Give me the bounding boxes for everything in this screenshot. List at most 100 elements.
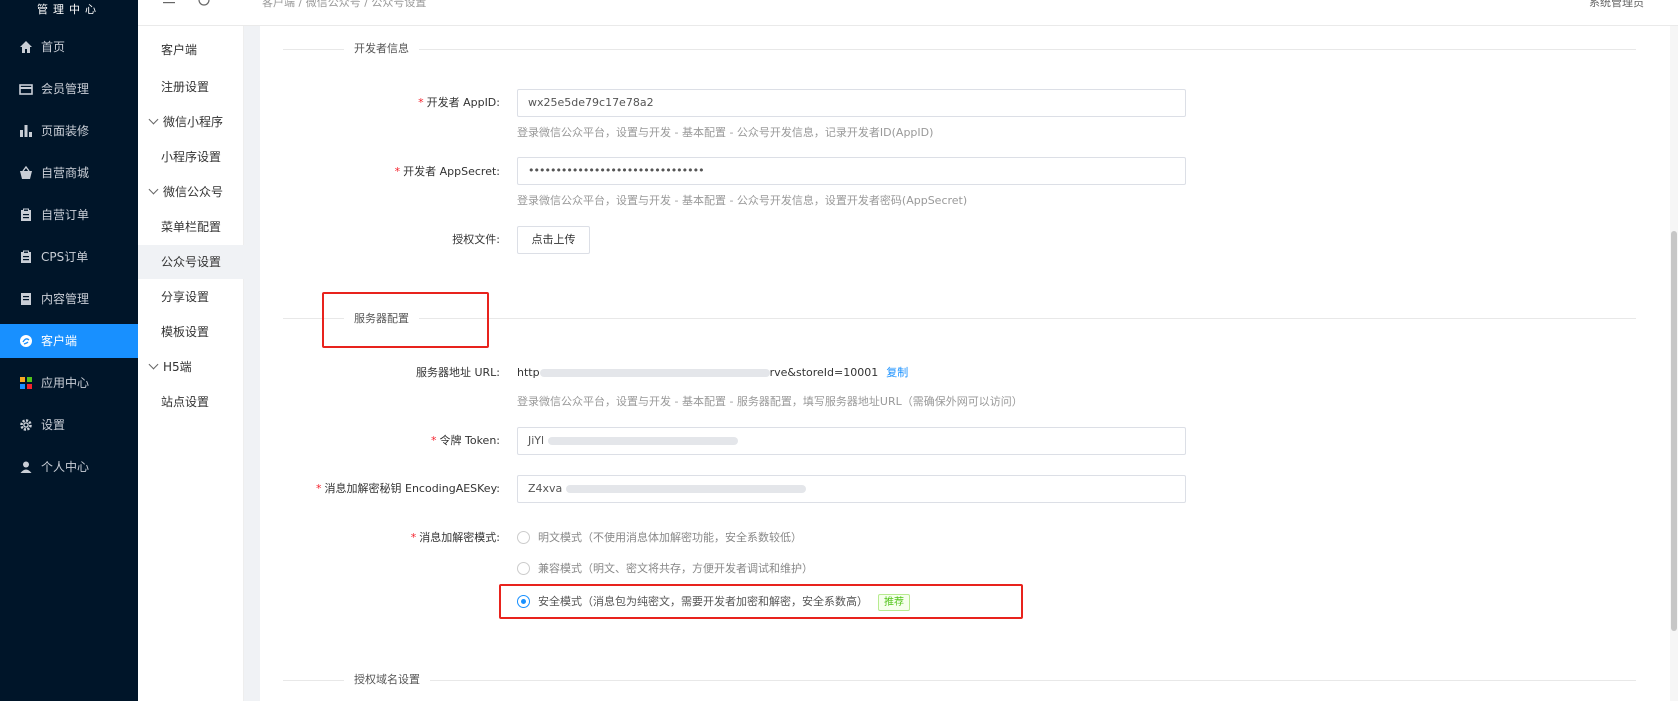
token-label-text: 令牌 Token: [439,434,501,447]
user-menu[interactable]: 系统管理员 [1589,0,1644,10]
appsecret-input[interactable]: •••••••••••••••••••••••••••••••• [517,157,1186,185]
server-url-value: http rve&storeId=10001 复制 [517,366,908,380]
submenu-item-label: 模板设置 [161,325,210,339]
sidebar-item-label: 自营商城 [41,166,90,180]
main-sidebar: 管理中心 首页 会员管理 页面装修 自营商城 自营订单 CPS订单 内容管理 客… [0,0,138,701]
sidebar-item-mall[interactable]: 自营商城 [0,156,138,190]
radio-label: 兼容模式（明文、密文将共存，方便开发者调试和维护） [538,562,813,575]
server-url-prefix: http [517,366,540,379]
required-mark: * [316,482,322,495]
sidebar-item-label: CPS订单 [41,250,89,264]
menu-toggle-icon[interactable] [163,0,175,8]
user-icon [20,461,32,473]
server-url-suffix: rve&storeId=10001 [769,366,879,379]
submenu-group-label: 微信公众号 [163,185,224,199]
top-header: 客户端 / 微信公众号 / 公众号设置 系统管理员 [138,0,1678,26]
token-input[interactable]: JiYl [517,427,1186,455]
redacted-blur [547,437,738,445]
server-url-hint: 登录微信公众平台，设置与开发 - 基本配置 - 服务器配置，填写服务器地址URL… [517,395,1023,408]
apps-icon [20,377,32,389]
aes-key-label-text: 消息加解密秘钥 EncodingAESKey: [324,482,501,495]
radio-compatible-mode[interactable]: 兼容模式（明文、密文将共存，方便开发者调试和维护） [517,562,813,576]
sidebar-item-profile[interactable]: 个人中心 [0,450,138,484]
aes-key-input[interactable]: Z4xva [517,475,1186,503]
appid-label-text: 开发者 AppID: [426,96,500,109]
server-url-label: 服务器地址 URL: [415,366,500,379]
encryption-mode-label-text: 消息加解密模式: [419,531,500,544]
secondary-menu: 客户端 注册设置 微信小程序 小程序设置 微信公众号 菜单栏配置 公众号设置 分… [138,0,244,701]
sidebar-item-label: 客户端 [41,334,78,348]
sidebar-item-label: 页面装修 [41,124,90,138]
submenu-item-register[interactable]: 注册设置 [138,70,244,104]
sidebar-item-label: 内容管理 [41,292,90,306]
sidebar-item-label: 会员管理 [41,82,90,96]
submenu-group-h5[interactable]: H5端 [138,350,244,384]
scrollbar[interactable] [1670,26,1678,701]
token-value: JiYl [528,434,545,447]
appsecret-label: * 开发者 AppSecret: [395,165,500,179]
auth-file-label: 授权文件: [452,233,500,246]
highlight-box-secure-mode [499,584,1023,619]
submenu-group-miniprogram[interactable]: 微信小程序 [138,105,244,139]
sidebar-item-content[interactable]: 内容管理 [0,282,138,316]
radio-dot [517,562,530,575]
sidebar-item-members[interactable]: 会员管理 [0,72,138,106]
submenu-item-label: 小程序设置 [161,150,222,164]
submenu-item-miniprogram-settings[interactable]: 小程序设置 [138,140,244,174]
scrollbar-thumb[interactable] [1671,231,1677,631]
home-icon [20,41,32,53]
submenu-item-label: 分享设置 [161,290,210,304]
appsecret-label-text: 开发者 AppSecret: [403,165,500,178]
aes-key-label: * 消息加解密秘钥 EncodingAESKey: [316,482,500,496]
required-mark: * [394,165,401,178]
token-label: * 令牌 Token: [431,434,500,448]
sidebar-item-apps[interactable]: 应用中心 [0,366,138,400]
submenu-item-label: 注册设置 [161,80,210,94]
sidebar-title: 管理中心 [37,3,101,16]
section-divider [283,49,1636,50]
appid-input[interactable]: wx25e5de79c17e78a2 [517,89,1186,117]
section-title-domain: 授权域名设置 [344,673,430,687]
sidebar-item-settings[interactable]: 设置 [0,408,138,442]
upload-button[interactable]: 点击上传 [517,226,590,254]
document-icon [21,293,31,305]
sidebar-item-decoration[interactable]: 页面装修 [0,114,138,148]
sidebar-item-label: 应用中心 [41,376,90,390]
basket-icon [20,166,32,179]
sidebar-item-label: 自营订单 [41,208,90,222]
submenu-group-label: 微信小程序 [163,115,224,129]
encryption-mode-label: * 消息加解密模式: [411,531,500,545]
sidebar-item-client[interactable]: 客户端 [0,324,138,358]
sidebar-item-orders[interactable]: 自营订单 [0,198,138,232]
redacted-blur [565,485,806,493]
clipboard-icon [21,250,31,263]
submenu-item-client[interactable]: 客户端 [138,33,244,67]
appid-label: * 开发者 AppID: [418,96,500,110]
radio-label: 明文模式（不使用消息体加解密功能，安全系数较低） [538,531,802,544]
radio-dot [517,531,530,544]
appid-hint: 登录微信公众平台，设置与开发 - 基本配置 - 公众号开发信息，记录开发者ID(… [517,126,934,139]
refresh-icon[interactable] [198,0,210,8]
sidebar-item-label: 设置 [41,418,66,432]
radio-plaintext-mode[interactable]: 明文模式（不使用消息体加解密功能，安全系数较低） [517,531,802,545]
sidebar-item-label: 首页 [41,40,66,54]
submenu-item-share[interactable]: 分享设置 [138,280,244,314]
copy-link[interactable]: 复制 [886,366,908,379]
required-mark: * [431,434,437,447]
chevron-down-icon [148,114,159,125]
sidebar-item-home[interactable]: 首页 [0,30,138,64]
highlight-box-server-section [322,292,489,348]
redacted-blur [539,369,770,377]
appsecret-hint: 登录微信公众平台，设置与开发 - 基本配置 - 公众号开发信息，设置开发者密码(… [517,194,968,207]
submenu-item-label: 公众号设置 [161,255,222,269]
submenu-item-label: 站点设置 [161,395,210,409]
required-mark: * [410,531,417,544]
submenu-group-official-account[interactable]: 微信公众号 [138,175,244,209]
submenu-item-template[interactable]: 模板设置 [138,315,244,349]
sidebar-item-cps-orders[interactable]: CPS订单 [0,240,138,274]
submenu-item-label: 菜单栏配置 [161,220,222,234]
submenu-item-menu-config[interactable]: 菜单栏配置 [138,210,244,244]
card-icon [19,84,33,95]
submenu-item-account-settings[interactable]: 公众号设置 [138,245,244,279]
submenu-item-site[interactable]: 站点设置 [138,385,244,419]
